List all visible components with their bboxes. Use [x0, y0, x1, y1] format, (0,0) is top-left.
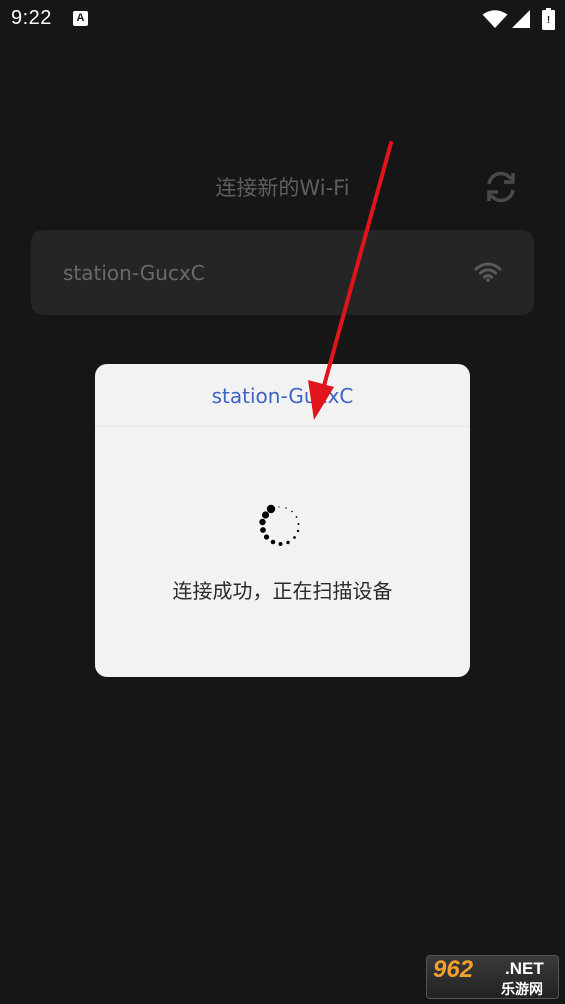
refresh-icon[interactable] — [483, 169, 519, 209]
site-watermark-logo: 962 .NET 乐游网 — [426, 955, 559, 999]
watermark-number: 962 — [433, 956, 474, 983]
connecting-dialog: station-GucxC 连接成功，正在扫描设备 — [95, 364, 470, 677]
network-name: station-GucxC — [63, 261, 205, 285]
status-time: 9:22 — [11, 7, 52, 29]
dialog-title: station-GucxC — [211, 384, 354, 408]
screen: 9:22 A ! 连接新的Wi-Fi station-GucxC station… — [0, 0, 565, 1004]
watermark-suffix: .NET — [505, 959, 544, 978]
battery-icon: ! — [542, 8, 555, 34]
wifi-signal-icon — [474, 262, 502, 286]
status-bar: 9:22 A ! — [0, 0, 565, 38]
network-list-item[interactable]: station-GucxC — [31, 230, 534, 315]
loading-spinner-icon — [255, 500, 309, 558]
svg-text:!: ! — [547, 15, 550, 26]
annotation-arrow-icon — [300, 138, 400, 432]
watermark-site-name: 乐游网 — [501, 982, 543, 998]
cell-signal-icon — [511, 9, 531, 33]
wifi-status-icon — [482, 9, 508, 33]
app-notification-icon: A — [73, 11, 88, 26]
dialog-message: 连接成功，正在扫描设备 — [172, 579, 393, 603]
page-title: 连接新的Wi-Fi — [215, 176, 350, 200]
dialog-divider — [95, 426, 470, 427]
